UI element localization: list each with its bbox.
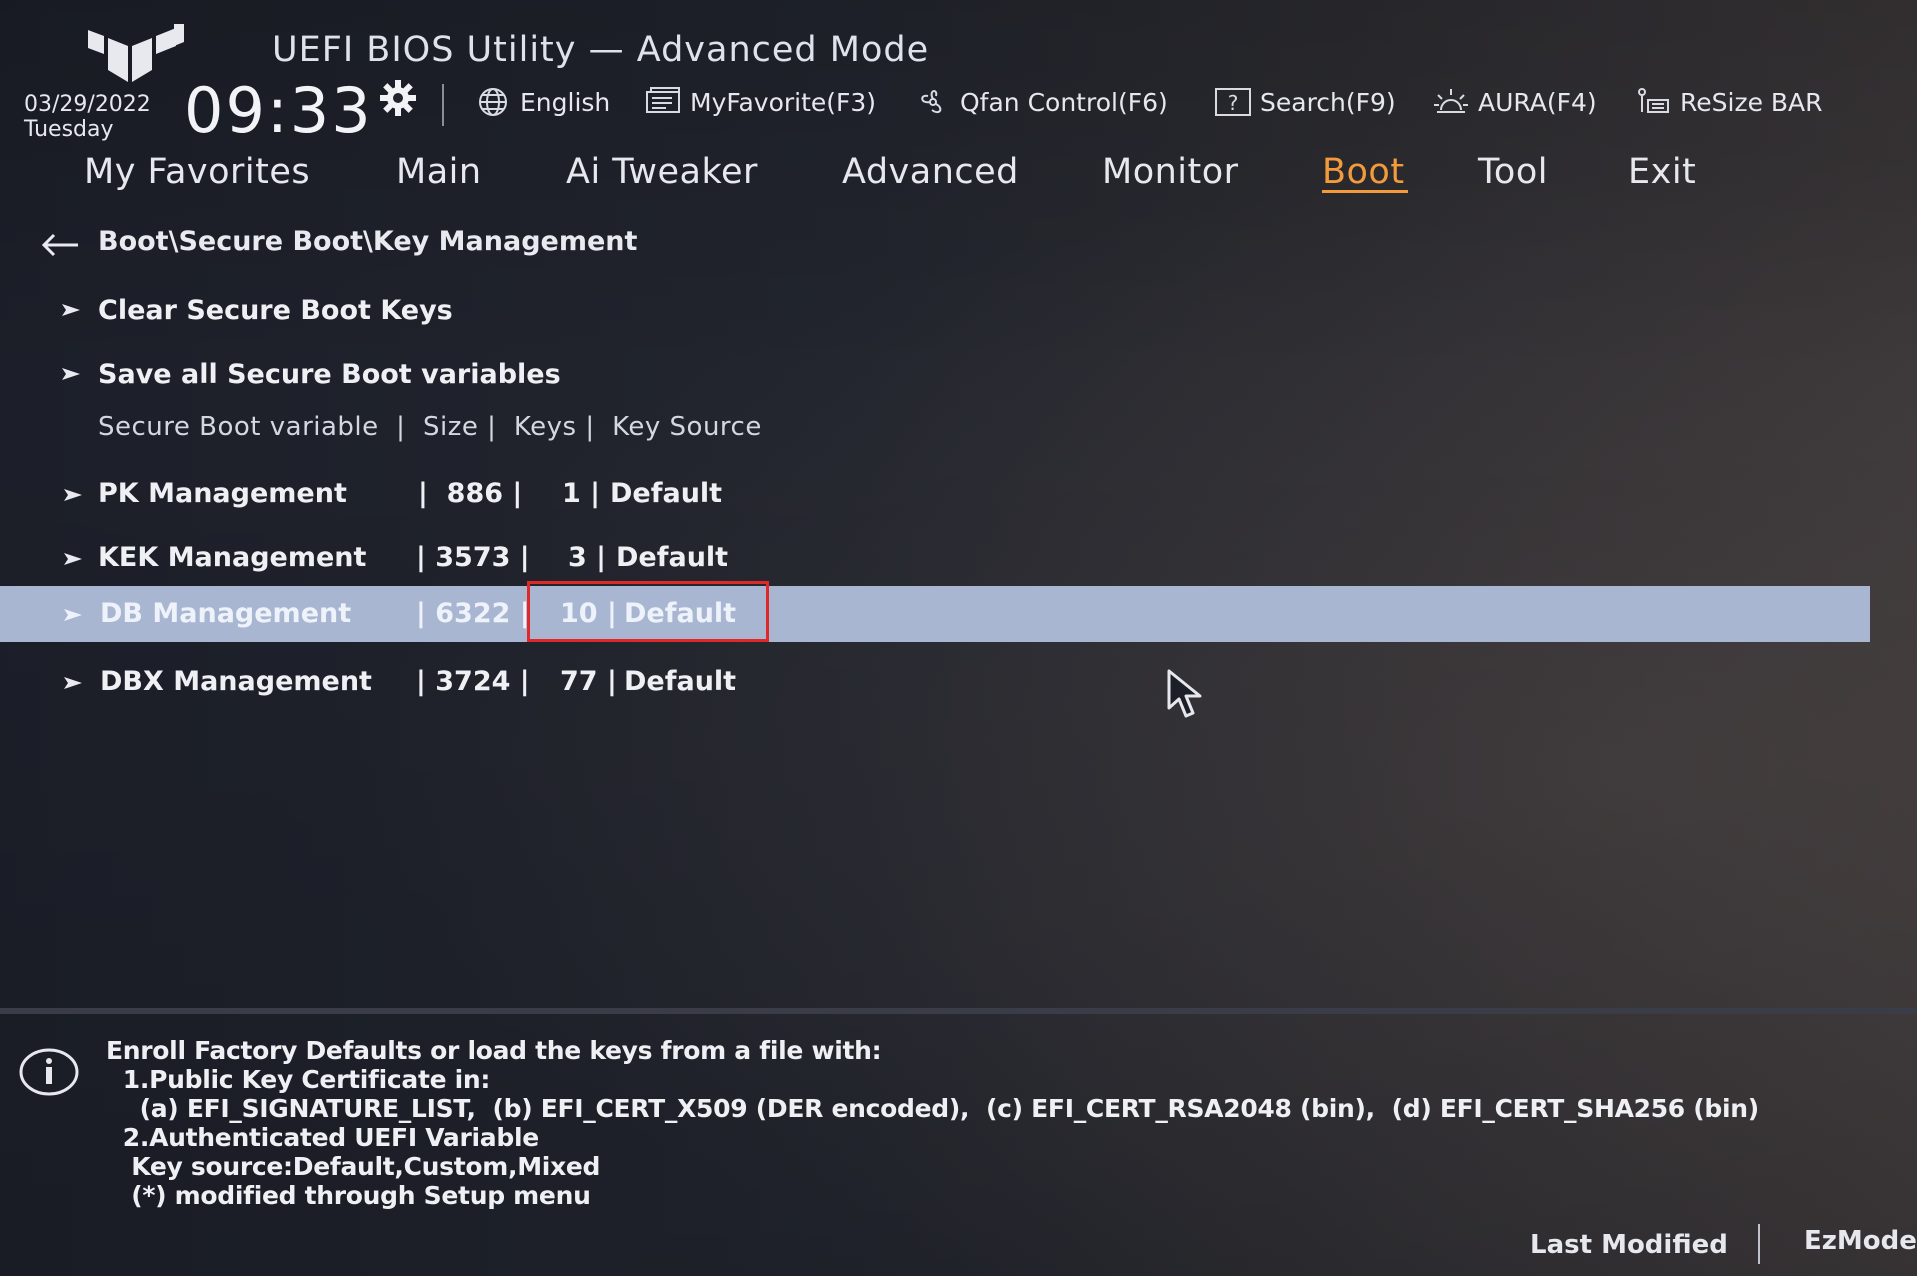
row-keys: 1 | bbox=[562, 478, 601, 509]
help-line: Enroll Factory Defaults or load the keys… bbox=[106, 1036, 882, 1065]
gear-icon[interactable] bbox=[378, 78, 418, 118]
language-label: English bbox=[520, 87, 611, 117]
mouse-cursor-icon bbox=[1167, 669, 1202, 718]
tab-exit[interactable]: Exit bbox=[1628, 152, 1696, 192]
table-row-pk-management[interactable]: PK Management | 886 | 1 | Default bbox=[0, 466, 1870, 522]
row-name: PK Management bbox=[98, 478, 347, 509]
globe-icon bbox=[479, 88, 507, 116]
resize-bar-button[interactable]: ReSize BAR bbox=[1634, 84, 1823, 120]
row-keys: 77 | bbox=[560, 666, 617, 697]
bios-title: UEFI BIOS Utility — Advanced Mode bbox=[272, 30, 930, 70]
date-display: 03/29/2022 bbox=[24, 92, 151, 117]
breadcrumb: Boot\Secure Boot\Key Management bbox=[98, 226, 638, 257]
svg-text:?: ? bbox=[1228, 91, 1239, 115]
help-line: Key source:Default,Custom,Mixed bbox=[106, 1152, 601, 1181]
row-name: DBX Management bbox=[100, 666, 372, 697]
language-selector[interactable]: English bbox=[474, 84, 610, 120]
aura-button[interactable]: AURA(F4) bbox=[1432, 84, 1597, 120]
ezmode-button[interactable]: EzMode bbox=[1804, 1226, 1917, 1256]
row-name: DB Management bbox=[100, 598, 352, 629]
chevron-right-icon bbox=[64, 489, 82, 501]
search-button[interactable]: ? Search(F9) bbox=[1214, 84, 1396, 120]
keys-highlight-annotation bbox=[527, 581, 769, 642]
help-line: 1.Public Key Certificate in: bbox=[106, 1065, 491, 1094]
help-text: Enroll Factory Defaults or load the keys… bbox=[106, 1036, 1759, 1210]
chevron-right-icon bbox=[62, 304, 80, 316]
qfan-label: Qfan Control(F6) bbox=[960, 87, 1168, 117]
tab-ai-tweaker[interactable]: Ai Tweaker bbox=[566, 152, 758, 192]
help-line: (a) EFI_SIGNATURE_LIST, (b) EFI_CERT_X50… bbox=[106, 1094, 1760, 1123]
row-size: | 3573 | bbox=[416, 542, 530, 573]
qfan-control-button[interactable]: Qfan Control(F6) bbox=[914, 84, 1168, 120]
header-divider bbox=[442, 84, 444, 126]
footer-divider bbox=[1758, 1224, 1760, 1264]
help-line: (*) modified through Setup menu bbox=[106, 1181, 591, 1210]
row-name: KEK Management bbox=[98, 542, 367, 573]
fan-icon bbox=[921, 90, 942, 114]
back-arrow-icon[interactable] bbox=[40, 232, 80, 258]
info-icon bbox=[19, 1048, 79, 1096]
row-keys: 3 | bbox=[568, 542, 607, 573]
row-size: | 6322 | bbox=[416, 598, 530, 629]
row-source: Default bbox=[624, 666, 737, 697]
weekday-display: Tuesday bbox=[24, 117, 114, 142]
resize-bar-icon bbox=[1638, 88, 1669, 113]
row-size: | 3724 | bbox=[416, 666, 530, 697]
help-panel-divider bbox=[0, 1008, 1917, 1014]
aura-label: AURA(F4) bbox=[1478, 87, 1597, 117]
menu-item-label: Save all Secure Boot variables bbox=[98, 358, 561, 390]
chevron-right-icon bbox=[64, 609, 82, 621]
favorite-list-icon bbox=[646, 87, 680, 113]
menu-item-save-secure-boot-variables[interactable]: Save all Secure Boot variables bbox=[60, 354, 561, 394]
menu-item-clear-secure-boot-keys[interactable]: Clear Secure Boot Keys bbox=[60, 290, 453, 330]
menu-item-label: Clear Secure Boot Keys bbox=[98, 294, 453, 326]
bios-screen: UEFI BIOS Utility — Advanced Mode 03/29/… bbox=[0, 0, 1917, 1276]
chevron-right-icon bbox=[64, 677, 82, 689]
search-label: Search(F9) bbox=[1260, 87, 1396, 117]
tab-tool[interactable]: Tool bbox=[1478, 152, 1548, 192]
table-row-dbx-management[interactable]: DBX Management | 3724 | 77 | Default bbox=[0, 654, 1870, 710]
tab-monitor[interactable]: Monitor bbox=[1102, 152, 1239, 192]
aura-light-icon bbox=[1434, 89, 1468, 113]
clock-display: 09:33 bbox=[184, 74, 373, 147]
myfavorite-button[interactable]: MyFavorite(F3) bbox=[644, 84, 876, 120]
tab-advanced[interactable]: Advanced bbox=[842, 152, 1019, 192]
myfavorite-label: MyFavorite(F3) bbox=[690, 87, 877, 117]
tuf-gaming-logo bbox=[88, 24, 184, 82]
chevron-right-icon bbox=[62, 368, 80, 380]
table-row-db-management[interactable]: DB Management | 6322 | 10 | Default bbox=[0, 586, 1870, 642]
table-column-header: Secure Boot variable | Size | Keys | Key… bbox=[98, 412, 762, 442]
tab-main[interactable]: Main bbox=[396, 152, 482, 192]
table-row-kek-management[interactable]: KEK Management | 3573 | 3 | Default bbox=[0, 530, 1870, 586]
row-source: Default bbox=[616, 542, 729, 573]
tab-boot[interactable]: Boot bbox=[1322, 152, 1405, 192]
search-help-icon: ? bbox=[1215, 88, 1251, 116]
last-modified-button[interactable]: Last Modified bbox=[1530, 1230, 1728, 1260]
help-line: 2.Authenticated UEFI Variable bbox=[106, 1123, 539, 1152]
row-size: | 886 | bbox=[418, 478, 523, 509]
tab-my-favorites[interactable]: My Favorites bbox=[84, 152, 310, 192]
chevron-right-icon bbox=[64, 553, 82, 565]
resize-bar-label: ReSize BAR bbox=[1680, 87, 1823, 117]
active-tab-indicator bbox=[1322, 190, 1408, 193]
row-source: Default bbox=[610, 478, 723, 509]
